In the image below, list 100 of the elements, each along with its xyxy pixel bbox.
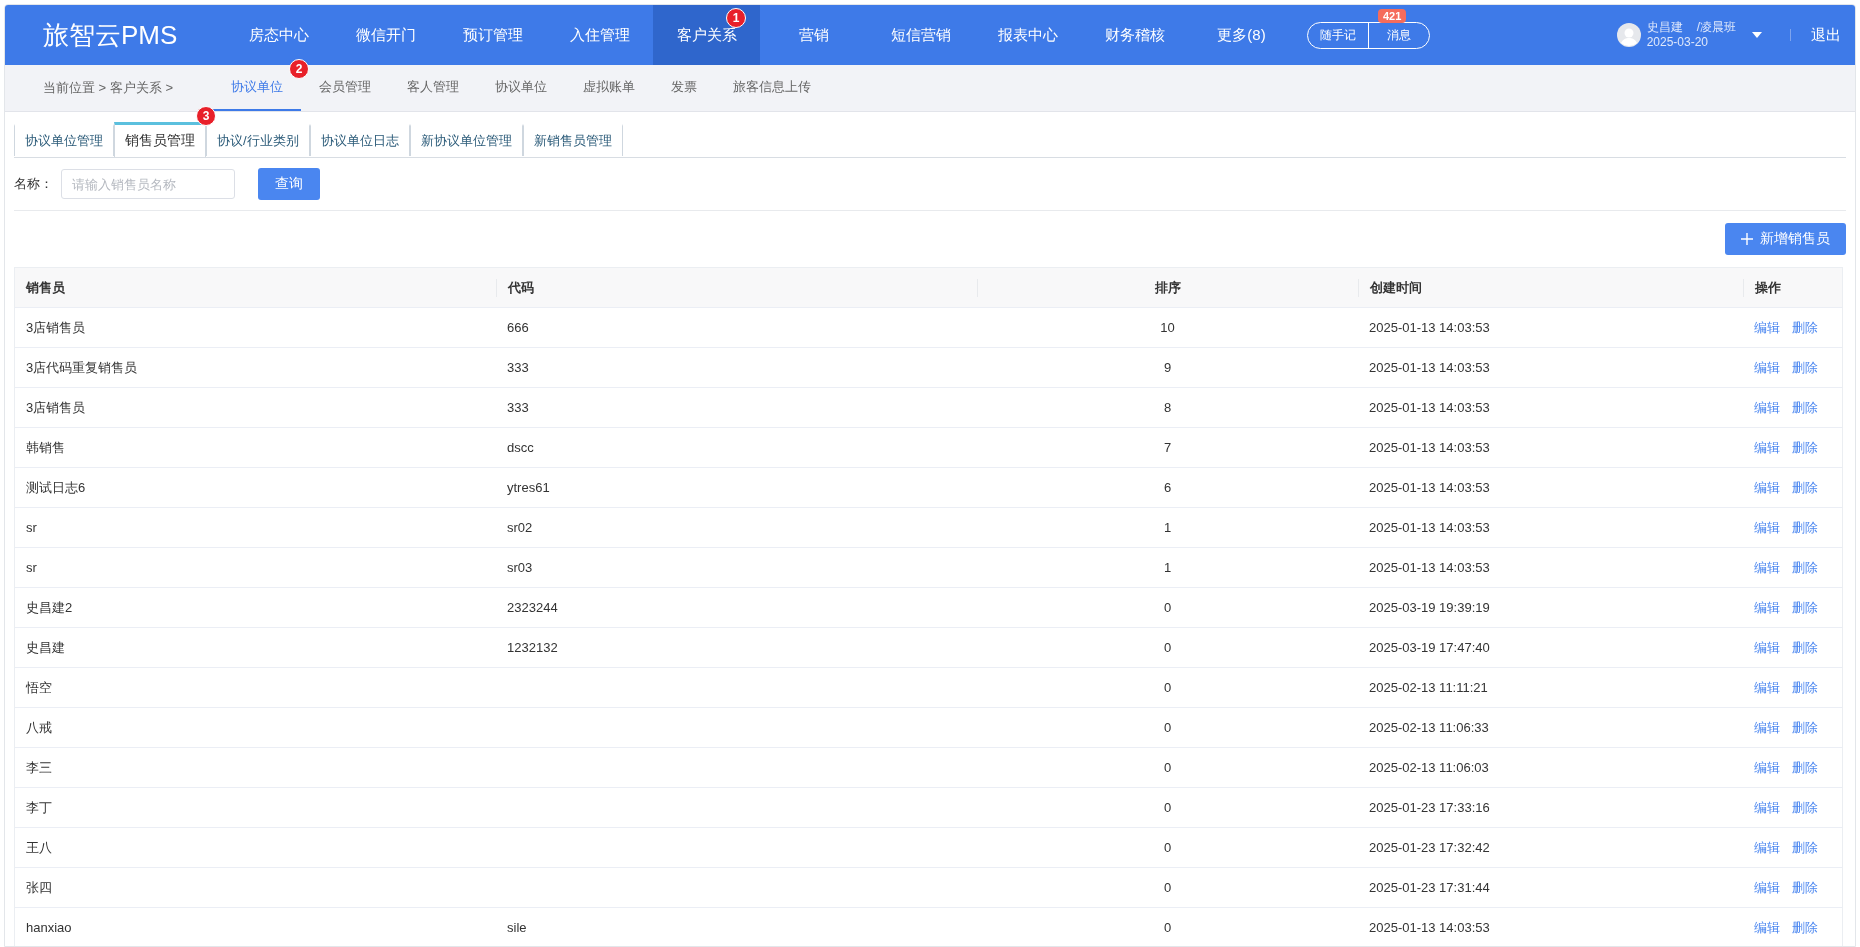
table-cell: sr xyxy=(26,520,37,535)
nav-item[interactable]: 财务稽核 xyxy=(1081,5,1188,65)
table-cell: 0 xyxy=(1163,840,1172,855)
column-header: 代码 xyxy=(508,279,534,295)
delete-link[interactable]: 删除 xyxy=(1792,518,1818,537)
table-cell: 史昌建2 xyxy=(26,599,73,615)
edit-link[interactable]: 编辑 xyxy=(1754,718,1780,737)
delete-link[interactable]: 删除 xyxy=(1792,558,1818,577)
table-cell: 2025-01-13 14:03:53 xyxy=(1369,560,1490,575)
nav-item[interactable]: 更多(8) xyxy=(1188,5,1295,65)
tab[interactable]: 协议/行业类别 xyxy=(206,124,310,156)
table-cell: ytres61 xyxy=(507,480,550,495)
table-cell: 李丁 xyxy=(26,799,52,815)
column-header: 排序 xyxy=(1155,279,1181,295)
quick-button[interactable]: 随手记 xyxy=(1308,22,1368,48)
delete-link[interactable]: 删除 xyxy=(1792,318,1818,337)
table-cell: 八戒 xyxy=(26,719,52,735)
edit-link[interactable]: 编辑 xyxy=(1754,358,1780,377)
edit-link[interactable]: 编辑 xyxy=(1754,318,1780,337)
logout-link[interactable]: 退出 xyxy=(1811,25,1841,45)
edit-link[interactable]: 编辑 xyxy=(1754,758,1780,777)
table-cell: 333 xyxy=(507,400,529,415)
subnav-tab[interactable]: 虚拟账单 xyxy=(565,65,654,111)
nav-item[interactable]: 短信营销 xyxy=(867,5,974,65)
table-cell: 2025-01-13 14:03:53 xyxy=(1369,480,1490,495)
table-cell: 0 xyxy=(1163,680,1172,695)
delete-link[interactable]: 删除 xyxy=(1792,398,1818,417)
tab[interactable]: 新销售员管理 xyxy=(522,124,623,156)
edit-link[interactable]: 编辑 xyxy=(1754,478,1780,497)
table-cell: 2025-02-13 11:11:21 xyxy=(1369,680,1488,695)
edit-link[interactable]: 编辑 xyxy=(1754,638,1780,657)
column-header: 创建时间 xyxy=(1370,279,1422,295)
add-salesperson-button[interactable]: 新增销售员 xyxy=(1725,223,1846,255)
delete-link[interactable]: 删除 xyxy=(1792,758,1818,777)
table-cell: 测试日志6 xyxy=(26,479,86,495)
message-count-badge: 421 xyxy=(1378,8,1407,23)
name-input-field[interactable]: 请输入销售员名称 xyxy=(61,169,235,199)
breadcrumb: 当前位置 > 客户关系 > xyxy=(43,79,174,97)
table-cell: 王八 xyxy=(26,839,52,855)
delete-link[interactable]: 删除 xyxy=(1792,598,1818,617)
edit-link[interactable]: 编辑 xyxy=(1754,838,1780,857)
table-cell: 2025-03-19 19:39:19 xyxy=(1369,600,1490,615)
edit-link[interactable]: 编辑 xyxy=(1754,918,1780,937)
query-button[interactable]: 查询 xyxy=(258,168,320,200)
delete-link[interactable]: 删除 xyxy=(1792,678,1818,697)
table-cell: 韩销售 xyxy=(26,439,65,455)
nav-item[interactable]: 入住管理 xyxy=(546,5,653,65)
nav-item[interactable]: 报表中心 xyxy=(974,5,1081,65)
delete-link[interactable]: 删除 xyxy=(1792,798,1818,817)
edit-link[interactable]: 编辑 xyxy=(1754,558,1780,577)
edit-link[interactable]: 编辑 xyxy=(1754,598,1780,617)
table-cell: 3店代码重复销售员 xyxy=(26,359,138,375)
edit-link[interactable]: 编辑 xyxy=(1754,438,1780,457)
subnav-tab[interactable]: 发票 xyxy=(653,65,716,111)
edit-link[interactable]: 编辑 xyxy=(1754,518,1780,537)
delete-link[interactable]: 删除 xyxy=(1792,638,1818,657)
table-cell: 0 xyxy=(1163,760,1172,775)
edit-link[interactable]: 编辑 xyxy=(1754,678,1780,697)
column-header: 销售员 xyxy=(26,279,65,295)
subnav-tab[interactable]: 客人管理 xyxy=(389,65,478,111)
delete-link[interactable]: 删除 xyxy=(1792,918,1818,937)
table-cell: 史昌建 xyxy=(26,639,65,655)
table-cell: 3店销售员 xyxy=(26,399,86,415)
tab[interactable]: 协议单位管理 xyxy=(14,124,114,156)
table-cell: 7 xyxy=(1163,440,1172,455)
table-cell: sr xyxy=(26,560,37,575)
edit-link[interactable]: 编辑 xyxy=(1754,798,1780,817)
nav-item[interactable]: 营销 xyxy=(760,5,867,65)
table-cell: 1232132 xyxy=(507,640,558,655)
table-cell: 2323244 xyxy=(507,600,558,615)
plus-icon xyxy=(1741,233,1753,245)
delete-link[interactable]: 删除 xyxy=(1792,718,1818,737)
tab[interactable]: 协议单位日志 xyxy=(309,124,410,156)
table-cell: 2025-01-13 14:03:53 xyxy=(1369,440,1490,455)
delete-link[interactable]: 删除 xyxy=(1792,478,1818,497)
delete-link[interactable]: 删除 xyxy=(1792,838,1818,857)
nav-item[interactable]: 预订管理 xyxy=(439,5,546,65)
table-cell: 9 xyxy=(1163,360,1172,375)
table-cell: 0 xyxy=(1163,800,1172,815)
delete-link[interactable]: 删除 xyxy=(1792,358,1818,377)
annotation-marker: 2 xyxy=(289,59,310,79)
delete-link[interactable]: 删除 xyxy=(1792,438,1818,457)
user-name: 史昌建 xyxy=(1646,20,1683,34)
edit-link[interactable]: 编辑 xyxy=(1754,878,1780,897)
table-cell: 0 xyxy=(1163,720,1172,735)
table-cell: 6 xyxy=(1163,480,1172,495)
delete-link[interactable]: 删除 xyxy=(1792,878,1818,897)
table-cell: sr03 xyxy=(507,560,533,575)
table-cell: sile xyxy=(507,920,527,935)
subnav-tab[interactable]: 协议单位 xyxy=(477,65,566,111)
table-cell: 2025-02-13 11:06:33 xyxy=(1369,720,1489,735)
caret-icon[interactable] xyxy=(1752,32,1762,38)
subnav-tab[interactable]: 旅客信息上传 xyxy=(715,65,830,111)
table-cell: 2025-03-19 17:47:40 xyxy=(1369,640,1490,655)
table-cell: 2025-01-13 14:03:53 xyxy=(1369,360,1490,375)
tab[interactable]: 新协议单位管理 xyxy=(409,124,523,156)
table-cell: hanxiao xyxy=(26,920,72,935)
edit-link[interactable]: 编辑 xyxy=(1754,398,1780,417)
nav-item[interactable]: 微信开门 xyxy=(332,5,439,65)
table-cell: 2025-02-13 11:06:03 xyxy=(1369,760,1489,775)
